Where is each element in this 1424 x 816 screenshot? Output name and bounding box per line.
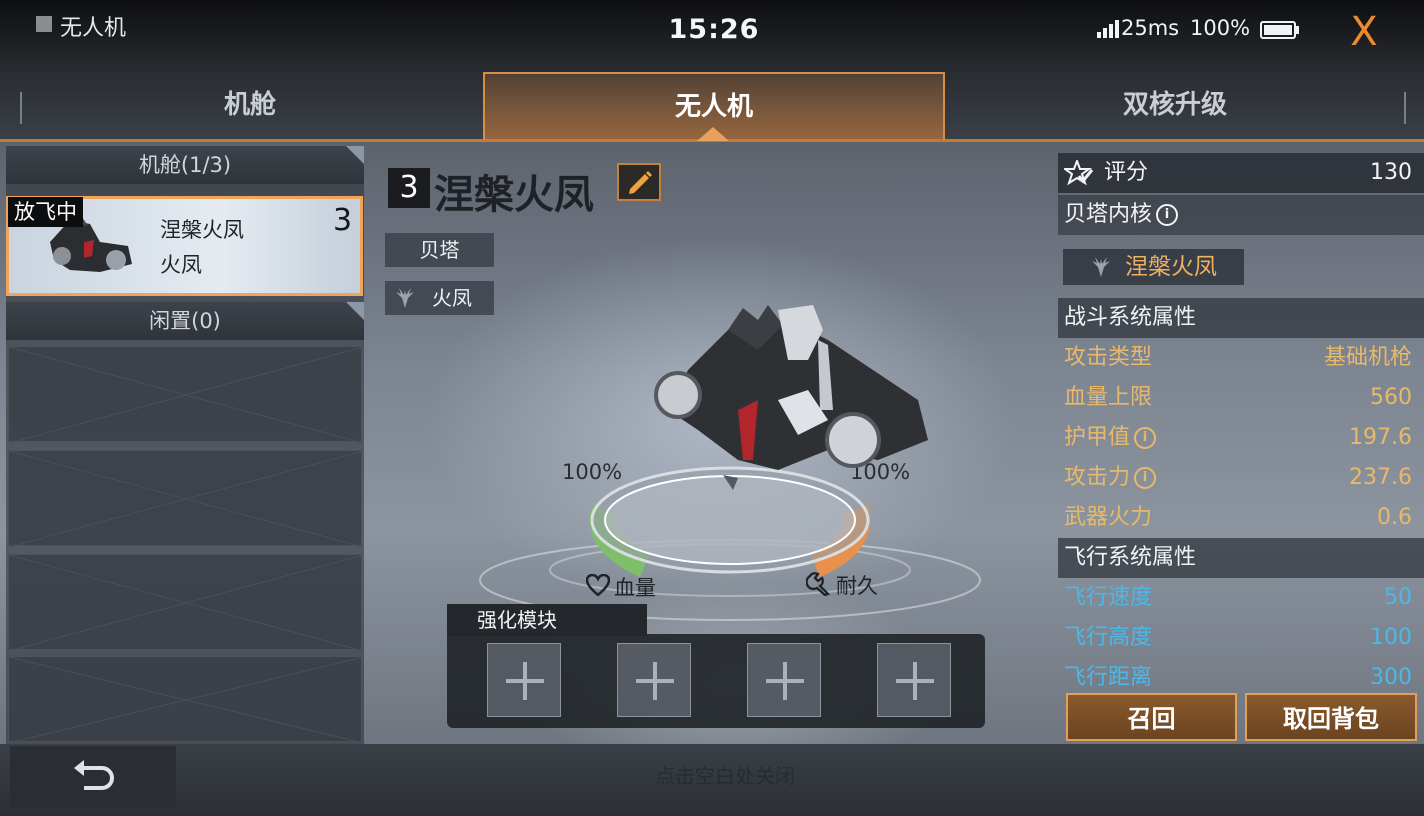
tag-beta: 贝塔 [385, 233, 494, 267]
battery-percent: 100% [1190, 16, 1251, 40]
battery-icon [1260, 21, 1299, 39]
tab-cabin[interactable]: 机舱 [20, 72, 480, 140]
drone-level: 3 [388, 168, 430, 208]
back-arrow-icon [74, 760, 114, 790]
stat-value: 0.6 [1377, 505, 1412, 530]
hp-label: 血量 [614, 576, 656, 600]
combat-section-header: 战斗系统属性 [1058, 298, 1424, 338]
core-label: 贝塔内核 i [1064, 195, 1179, 235]
cabin-section-title: 机舱(1/3) [138, 153, 232, 177]
plus-icon [766, 662, 804, 700]
stat-key: 护甲值 i [1064, 418, 1157, 458]
stat-key: 血量上限 [1064, 385, 1153, 410]
plus-icon [506, 662, 544, 700]
stat-key-text: 护甲值 [1064, 425, 1131, 450]
stat-row-flight-speed: 飞行速度 50 [1058, 578, 1424, 618]
core-row: 贝塔内核 i [1058, 195, 1424, 235]
stat-row-armor: 护甲值 i 197.6 [1058, 418, 1424, 458]
phoenix-icon [396, 288, 414, 308]
phoenix-icon [1092, 257, 1110, 277]
stat-row-flight-distance: 飞行距离 300 [1058, 658, 1424, 692]
info-icon[interactable]: i [1134, 467, 1157, 489]
stat-key: 飞行距离 [1064, 665, 1153, 690]
drone-name: 涅槃火凤 [434, 172, 594, 218]
module-slot[interactable] [487, 643, 561, 717]
flying-status-badge: 放飞中 [8, 197, 83, 227]
drone-card-name: 涅槃火凤 [160, 218, 244, 242]
module-slot[interactable] [877, 643, 951, 717]
stat-row-hp-max: 血量上限 560 [1058, 378, 1424, 418]
score-label: 评分 [1104, 160, 1149, 185]
module-panel-title: 强化模块 [447, 604, 647, 636]
stat-value: 197.6 [1349, 425, 1412, 450]
stat-value: 300 [1370, 665, 1412, 690]
rename-button[interactable] [617, 163, 661, 201]
tab-dual-core-upgrade[interactable]: 双核升级 [945, 72, 1405, 140]
core-label-text: 贝塔内核 [1064, 202, 1153, 227]
close-hint: 点击空白处关闭 [655, 764, 795, 788]
stat-key: 飞行速度 [1064, 585, 1153, 610]
corner-decoration [346, 302, 364, 320]
stat-row-attack-type: 攻击类型 基础机枪 [1058, 338, 1424, 378]
idle-section-title: 闲置(0) [149, 309, 221, 333]
stat-key: 飞行高度 [1064, 625, 1153, 650]
signal-icon [1097, 20, 1119, 38]
corner-decoration [346, 146, 364, 164]
recall-button[interactable]: 召回 [1066, 693, 1237, 741]
plus-icon [896, 662, 934, 700]
ping-text: 25ms [1121, 16, 1180, 40]
stat-value: 237.6 [1349, 465, 1412, 490]
drone-model [654, 305, 928, 490]
info-icon[interactable]: i [1134, 427, 1157, 449]
stat-row-flight-altitude: 飞行高度 100 [1058, 618, 1424, 658]
module-slot[interactable] [617, 643, 691, 717]
flight-section-title: 飞行系统属性 [1064, 545, 1197, 570]
stat-value: 基础机枪 [1323, 345, 1412, 370]
module-slot[interactable] [747, 643, 821, 717]
drone-card-level: 3 [333, 203, 353, 238]
stat-key: 攻击力 i [1064, 458, 1157, 498]
stat-key-text: 攻击力 [1064, 465, 1131, 490]
core-chip: 涅槃火凤 [1063, 249, 1244, 285]
plus-icon [636, 662, 674, 700]
score-value: 130 [1370, 160, 1412, 185]
combat-section-title: 战斗系统属性 [1064, 305, 1197, 330]
window-title: 无人机 [60, 16, 127, 41]
core-name: 涅槃火凤 [1125, 254, 1217, 280]
clock: 15:26 [668, 14, 760, 45]
cabin-section-header: 机舱(1/3) [6, 146, 364, 184]
stat-value: 560 [1370, 385, 1412, 410]
empty-drone-slot [8, 656, 363, 743]
window-icon [36, 16, 52, 32]
stat-row-attack: 攻击力 i 237.6 [1058, 458, 1424, 498]
hp-percent: 100% [562, 460, 623, 484]
stat-key: 武器火力 [1064, 505, 1153, 530]
flight-section-header: 飞行系统属性 [1058, 538, 1424, 578]
star-check-icon [1064, 160, 1094, 186]
score-row: 评分 130 [1058, 153, 1424, 193]
durability-label: 耐久 [836, 574, 878, 598]
drone-card-type: 火凤 [160, 253, 202, 277]
close-button[interactable]: X [1342, 10, 1386, 54]
tag-huofeng-label: 火凤 [432, 286, 472, 310]
active-tab-indicator [697, 127, 729, 141]
empty-drone-slot [8, 450, 363, 547]
retrieve-to-backpack-button[interactable]: 取回背包 [1245, 693, 1417, 741]
empty-drone-slot [8, 554, 363, 651]
stat-value: 50 [1384, 585, 1412, 610]
stat-row-firepower: 武器火力 0.6 [1058, 498, 1424, 538]
info-icon[interactable]: i [1156, 204, 1179, 226]
idle-section-header: 闲置(0) [6, 302, 364, 340]
wrench-icon [806, 572, 831, 596]
stat-key: 攻击类型 [1064, 345, 1153, 370]
empty-drone-slot [8, 346, 363, 443]
stat-value: 100 [1370, 625, 1412, 650]
pencil-icon [629, 171, 652, 194]
heart-icon [586, 574, 610, 596]
tag-huofeng: 火凤 [385, 281, 494, 315]
